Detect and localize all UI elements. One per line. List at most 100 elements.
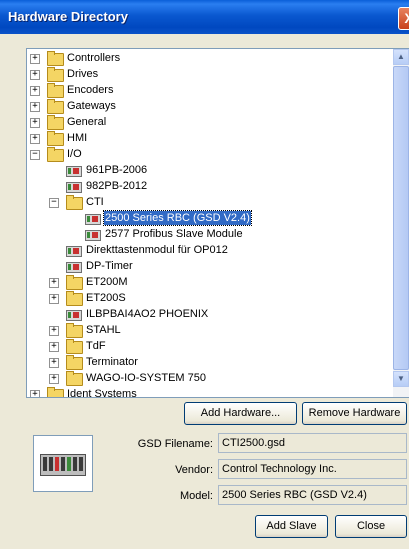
expand-icon[interactable]: + <box>30 54 40 64</box>
device-preview-image <box>33 435 93 492</box>
tree-node-label[interactable]: ILBPBAI4AO2 PHOENIX <box>85 307 209 321</box>
expand-icon[interactable]: + <box>49 278 59 288</box>
vendor-label: Vendor: <box>175 464 213 476</box>
expand-icon[interactable]: + <box>49 374 59 384</box>
title-bar[interactable]: Hardware Directory X <box>0 0 409 34</box>
expand-icon[interactable]: + <box>30 86 40 96</box>
tree-node-label[interactable]: STAHL <box>85 323 122 337</box>
add-slave-button[interactable]: Add Slave <box>255 515 328 538</box>
tree-node-label[interactable]: Direkttastenmodul für OP012 <box>85 243 229 257</box>
collapse-icon[interactable]: − <box>49 198 59 208</box>
model-field: 2500 Series RBC (GSD V2.4) <box>218 485 407 505</box>
tree-node[interactable]: + TdF <box>27 338 393 354</box>
expand-icon[interactable]: + <box>49 358 59 368</box>
folder-icon <box>47 67 64 82</box>
model-label: Model: <box>179 490 213 502</box>
device-icon <box>66 166 82 177</box>
folder-icon <box>66 339 83 354</box>
tree-node-label[interactable]: Drives <box>66 67 99 81</box>
tree-node[interactable]: + Encoders <box>27 82 393 98</box>
tree-node-label[interactable]: 982PB-2012 <box>85 179 148 193</box>
remove-hardware-button[interactable]: Remove Hardware <box>302 402 407 425</box>
add-hardware-button[interactable]: Add Hardware... <box>184 402 297 425</box>
tree-node-label[interactable]: General <box>66 115 107 129</box>
folder-icon <box>66 323 83 338</box>
tree-node-label[interactable]: 2577 Profibus Slave Module <box>104 227 244 241</box>
folder-icon <box>47 83 64 98</box>
hardware-directory-window: Hardware Directory X + Controllers + Drives… <box>0 0 409 549</box>
tree-node[interactable]: 961PB-2006 <box>27 162 393 178</box>
tree-node-label[interactable]: WAGO-IO-SYSTEM 750 <box>85 371 207 385</box>
expand-icon[interactable]: + <box>49 326 59 336</box>
hardware-tree[interactable]: + Controllers + Drives + Encoders + Gateways + Ge… <box>26 48 409 398</box>
tree-node-label[interactable]: TdF <box>85 339 107 353</box>
tree-node[interactable]: 982PB-2012 <box>27 178 393 194</box>
tree-node[interactable]: + ET200M <box>27 274 393 290</box>
folder-icon <box>47 131 64 146</box>
tree-node-label-selected[interactable]: 2500 Series RBC (GSD V2.4) <box>103 210 252 226</box>
tree-node[interactable]: + General <box>27 114 393 130</box>
tree-node[interactable]: + STAHL <box>27 322 393 338</box>
tree-node-label[interactable]: ET200M <box>85 275 129 289</box>
tree-node-label[interactable]: Ident Systems <box>66 387 138 397</box>
tree-node-label[interactable]: Gateways <box>66 99 117 113</box>
device-icon <box>66 246 82 257</box>
tree-node-label[interactable]: DP-Timer <box>85 259 134 273</box>
expand-icon[interactable]: + <box>30 102 40 112</box>
device-icon <box>85 214 101 225</box>
close-button[interactable]: Close <box>335 515 407 538</box>
collapse-icon[interactable]: − <box>30 150 40 160</box>
tree-node[interactable]: − I/O <box>27 146 393 162</box>
folder-icon <box>47 51 64 66</box>
expand-icon[interactable]: + <box>30 390 40 397</box>
tree-node[interactable]: + WAGO-IO-SYSTEM 750 <box>27 370 393 386</box>
expand-icon[interactable]: + <box>30 134 40 144</box>
tree-node[interactable]: 2577 Profibus Slave Module <box>27 226 393 242</box>
tree-node[interactable]: − CTI <box>27 194 393 210</box>
folder-icon <box>66 275 83 290</box>
tree-node[interactable]: + ET200S <box>27 290 393 306</box>
tree-node[interactable]: ILBPBAI4AO2 PHOENIX <box>27 306 393 322</box>
tree-node[interactable]: + HMI <box>27 130 393 146</box>
tree-node[interactable]: DP-Timer <box>27 258 393 274</box>
tree-vertical-scrollbar[interactable]: ▲ ▼ <box>393 49 409 397</box>
tree-node[interactable]: + Drives <box>27 66 393 82</box>
tree-node-label[interactable]: Encoders <box>66 83 114 97</box>
tree-node-label[interactable]: HMI <box>66 131 88 145</box>
expand-icon[interactable]: + <box>49 342 59 352</box>
expand-icon[interactable]: + <box>49 294 59 304</box>
folder-icon <box>66 195 83 210</box>
folder-icon <box>47 99 64 114</box>
expand-icon[interactable]: + <box>30 70 40 80</box>
scroll-down-button[interactable]: ▼ <box>393 371 409 387</box>
window-title: Hardware Directory <box>8 9 128 24</box>
gsd-filename-label: GSD Filename: <box>137 438 213 450</box>
vendor-field: Control Technology Inc. <box>218 459 407 479</box>
scroll-up-button[interactable]: ▲ <box>393 49 409 65</box>
folder-icon <box>66 355 83 370</box>
tree-node[interactable]: + Gateways <box>27 98 393 114</box>
tree-node-label[interactable]: CTI <box>85 195 105 209</box>
device-icon <box>66 182 82 193</box>
folder-icon <box>47 115 64 130</box>
expand-icon[interactable]: + <box>30 118 40 128</box>
folder-icon <box>47 147 64 162</box>
tree-node-label[interactable]: Controllers <box>66 51 121 65</box>
close-window-button[interactable]: X <box>398 7 409 30</box>
gsd-filename-field: CTI2500.gsd <box>218 433 407 453</box>
scroll-thumb[interactable] <box>393 66 409 370</box>
folder-icon <box>66 371 83 386</box>
tree-node-label[interactable]: 961PB-2006 <box>85 163 148 177</box>
tree-node-label[interactable]: Terminator <box>85 355 139 369</box>
tree-node[interactable]: + Ident Systems <box>27 386 393 397</box>
rack-icon <box>40 454 86 476</box>
device-icon <box>66 310 82 321</box>
tree-node[interactable]: + Controllers <box>27 50 393 66</box>
tree-node[interactable]: Direkttastenmodul für OP012 <box>27 242 393 258</box>
tree-node[interactable]: + Terminator <box>27 354 393 370</box>
tree-node-label[interactable]: I/O <box>66 147 83 161</box>
tree-node[interactable]: 2500 Series RBC (GSD V2.4) <box>27 210 393 226</box>
device-icon <box>66 262 82 273</box>
tree-content: + Controllers + Drives + Encoders + Gateways + Ge… <box>27 49 393 397</box>
tree-node-label[interactable]: ET200S <box>85 291 127 305</box>
